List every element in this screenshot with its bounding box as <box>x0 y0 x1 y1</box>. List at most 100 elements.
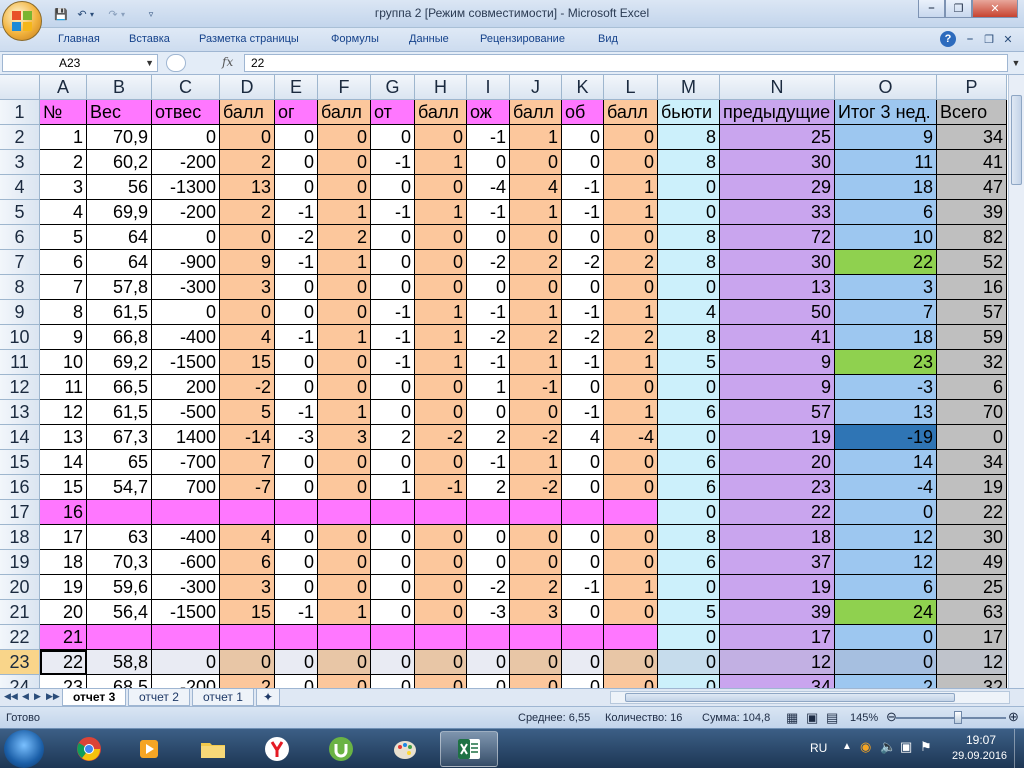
vertical-scroll-thumb[interactable] <box>1011 95 1022 185</box>
cell-i-13[interactable]: 0 <box>467 400 510 425</box>
cell-h-1[interactable]: балл <box>415 100 467 125</box>
cell-a-3[interactable]: 2 <box>40 150 87 175</box>
cell-b-20[interactable]: 59,6 <box>87 575 152 600</box>
cell-m-7[interactable]: 8 <box>658 250 720 275</box>
cell-d-17[interactable] <box>220 500 275 525</box>
cell-d-16[interactable]: -7 <box>220 475 275 500</box>
row-header[interactable]: 21 <box>0 600 40 625</box>
row-header[interactable]: 5 <box>0 200 40 225</box>
expand-formula-bar-icon[interactable]: ▼ <box>1010 54 1022 72</box>
cell-n-6[interactable]: 72 <box>720 225 835 250</box>
cell-p-17[interactable]: 22 <box>937 500 1007 525</box>
cell-l-23[interactable]: 0 <box>604 650 658 675</box>
ribbon-restore-icon[interactable]: ❐ <box>981 31 997 47</box>
cell-m-15[interactable]: 6 <box>658 450 720 475</box>
cell-m-10[interactable]: 8 <box>658 325 720 350</box>
cell-b-15[interactable]: 65 <box>87 450 152 475</box>
cell-n-3[interactable]: 30 <box>720 150 835 175</box>
cell-j-13[interactable]: 0 <box>510 400 562 425</box>
cell-h-9[interactable]: 1 <box>415 300 467 325</box>
cell-k-9[interactable]: -1 <box>562 300 604 325</box>
cell-g-5[interactable]: -1 <box>371 200 415 225</box>
cell-d-10[interactable]: 4 <box>220 325 275 350</box>
cell-l-16[interactable]: 0 <box>604 475 658 500</box>
column-header-a[interactable]: A <box>40 75 87 100</box>
cell-k-20[interactable]: -1 <box>562 575 604 600</box>
cell-d-1[interactable]: балл <box>220 100 275 125</box>
cell-f-14[interactable]: 3 <box>318 425 371 450</box>
cell-f-8[interactable]: 0 <box>318 275 371 300</box>
cell-j-14[interactable]: -2 <box>510 425 562 450</box>
cell-i-11[interactable]: -1 <box>467 350 510 375</box>
cell-e-19[interactable]: 0 <box>275 550 318 575</box>
cell-p-19[interactable]: 49 <box>937 550 1007 575</box>
cell-o-6[interactable]: 10 <box>835 225 937 250</box>
cell-c-21[interactable]: -1500 <box>152 600 220 625</box>
row-header[interactable]: 6 <box>0 225 40 250</box>
cell-o-13[interactable]: 13 <box>835 400 937 425</box>
cell-k-23[interactable]: 0 <box>562 650 604 675</box>
cell-m-22[interactable]: 0 <box>658 625 720 650</box>
close-button[interactable]: ✕ <box>972 0 1018 18</box>
cell-k-8[interactable]: 0 <box>562 275 604 300</box>
tab-insert[interactable]: Вставка <box>129 33 170 45</box>
cell-o-17[interactable]: 0 <box>835 500 937 525</box>
column-header-e[interactable]: E <box>275 75 318 100</box>
cell-f-21[interactable]: 1 <box>318 600 371 625</box>
cell-n-1[interactable]: предыдущие <box>720 100 835 125</box>
cell-k-24[interactable]: 0 <box>562 675 604 688</box>
cell-f-24[interactable]: 0 <box>318 675 371 688</box>
cell-k-14[interactable]: 4 <box>562 425 604 450</box>
cell-f-5[interactable]: 1 <box>318 200 371 225</box>
row-header[interactable]: 22 <box>0 625 40 650</box>
cell-l-20[interactable]: 1 <box>604 575 658 600</box>
cell-d-24[interactable]: 2 <box>220 675 275 688</box>
cell-b-12[interactable]: 66,5 <box>87 375 152 400</box>
cell-p-8[interactable]: 16 <box>937 275 1007 300</box>
normal-view-icon[interactable]: ▦ <box>786 710 798 726</box>
cell-j-2[interactable]: 1 <box>510 125 562 150</box>
cell-j-10[interactable]: 2 <box>510 325 562 350</box>
cell-a-6[interactable]: 5 <box>40 225 87 250</box>
row-header[interactable]: 7 <box>0 250 40 275</box>
cell-b-19[interactable]: 70,3 <box>87 550 152 575</box>
cell-h-16[interactable]: -1 <box>415 475 467 500</box>
tray-app-icon[interactable]: ◉ <box>860 739 871 755</box>
cell-j-19[interactable]: 0 <box>510 550 562 575</box>
ribbon-minimize-icon[interactable]: ⎯ <box>962 31 978 47</box>
tab-view[interactable]: Вид <box>598 33 618 45</box>
cell-g-6[interactable]: 0 <box>371 225 415 250</box>
cell-l-24[interactable]: 0 <box>604 675 658 688</box>
cell-b-8[interactable]: 57,8 <box>87 275 152 300</box>
zoom-level[interactable]: 145% <box>850 712 878 724</box>
cell-j-9[interactable]: 1 <box>510 300 562 325</box>
cell-o-10[interactable]: 18 <box>835 325 937 350</box>
cell-c-5[interactable]: -200 <box>152 200 220 225</box>
cell-o-16[interactable]: -4 <box>835 475 937 500</box>
maximize-button[interactable]: ❐ <box>945 0 972 18</box>
cell-p-3[interactable]: 41 <box>937 150 1007 175</box>
insert-function-icon[interactable]: fx <box>222 55 233 69</box>
cell-c-13[interactable]: -500 <box>152 400 220 425</box>
cell-p-12[interactable]: 6 <box>937 375 1007 400</box>
cell-d-9[interactable]: 0 <box>220 300 275 325</box>
vertical-scrollbar[interactable] <box>1008 75 1024 688</box>
tab-data[interactable]: Данные <box>409 33 449 45</box>
cell-n-15[interactable]: 20 <box>720 450 835 475</box>
cell-o-23[interactable]: 0 <box>835 650 937 675</box>
cell-h-12[interactable]: 0 <box>415 375 467 400</box>
cell-h-14[interactable]: -2 <box>415 425 467 450</box>
cell-g-24[interactable]: 0 <box>371 675 415 688</box>
cell-l-6[interactable]: 0 <box>604 225 658 250</box>
cell-b-14[interactable]: 67,3 <box>87 425 152 450</box>
cell-j-11[interactable]: 1 <box>510 350 562 375</box>
cell-a-19[interactable]: 18 <box>40 550 87 575</box>
cell-o-9[interactable]: 7 <box>835 300 937 325</box>
column-header-c[interactable]: C <box>152 75 220 100</box>
cell-h-4[interactable]: 0 <box>415 175 467 200</box>
column-header-l[interactable]: L <box>604 75 658 100</box>
cell-a-7[interactable]: 6 <box>40 250 87 275</box>
column-header-h[interactable]: H <box>415 75 467 100</box>
tab-review[interactable]: Рецензирование <box>480 33 565 45</box>
cell-a-18[interactable]: 17 <box>40 525 87 550</box>
